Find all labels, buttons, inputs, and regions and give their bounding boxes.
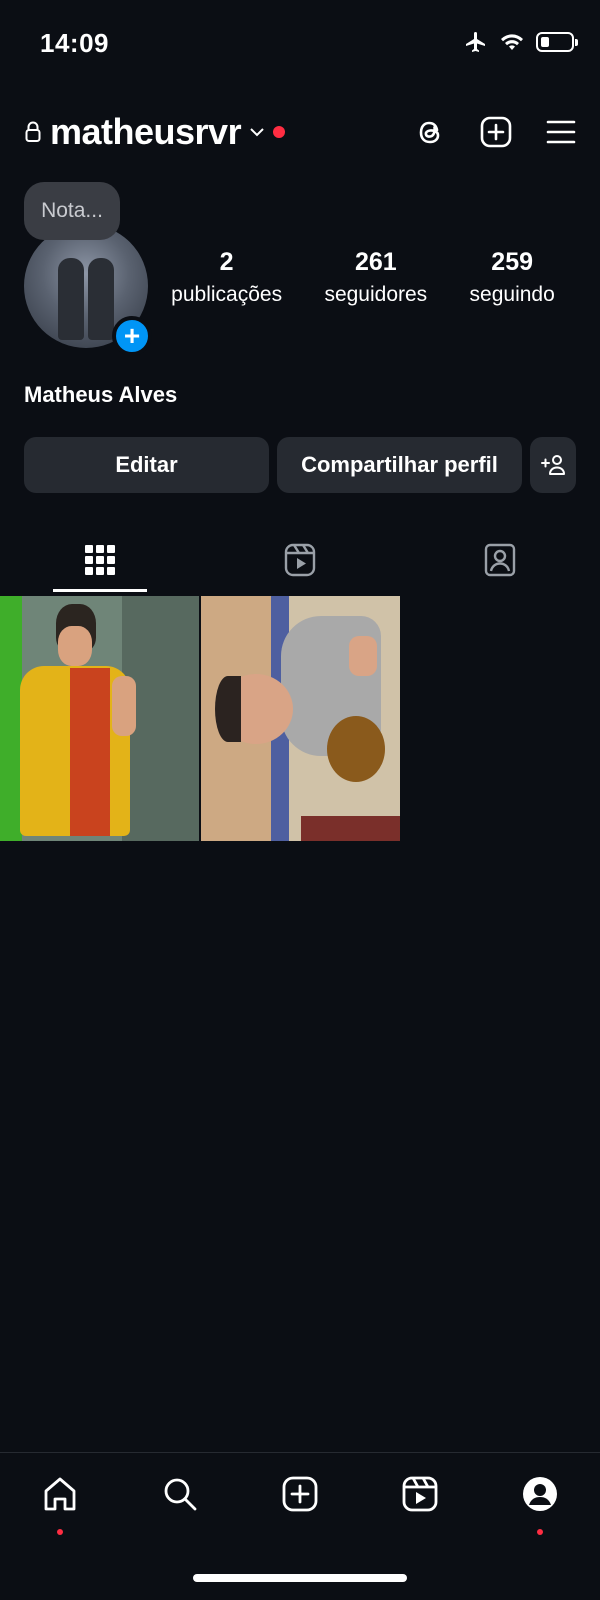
full-name: Matheus Alves bbox=[24, 382, 178, 407]
nav-search[interactable] bbox=[150, 1475, 210, 1532]
status-icons bbox=[464, 30, 578, 54]
discover-people-button[interactable] bbox=[530, 437, 576, 493]
stat-following-value: 259 bbox=[491, 248, 534, 276]
post-thumbnail[interactable] bbox=[201, 596, 400, 841]
notification-dot bbox=[273, 126, 286, 138]
tab-reels[interactable] bbox=[200, 528, 400, 592]
nav-reels[interactable] bbox=[390, 1475, 450, 1532]
stat-followers-value: 261 bbox=[354, 248, 397, 276]
reels-icon bbox=[284, 543, 316, 577]
threads-icon bbox=[419, 121, 440, 144]
profile-stats: 2 publicações 261 seguidores 259 seguind… bbox=[150, 248, 576, 307]
chevron-down-icon bbox=[250, 128, 264, 137]
stat-following[interactable]: 259 seguindo bbox=[470, 248, 555, 307]
airplane-icon bbox=[466, 32, 485, 52]
home-icon bbox=[44, 1477, 76, 1511]
stat-following-label: seguindo bbox=[469, 283, 555, 306]
note-bubble[interactable]: Nota... bbox=[24, 182, 120, 240]
stat-posts-label: publicações bbox=[171, 283, 283, 306]
account-switcher[interactable]: matheusrvr bbox=[24, 111, 414, 153]
profile-actions: Editar Compartilhar perfil bbox=[24, 437, 576, 493]
home-indicator[interactable] bbox=[193, 1574, 407, 1582]
stat-posts[interactable]: 2 publicações bbox=[171, 248, 282, 307]
add-story-icon[interactable]: + bbox=[112, 316, 152, 356]
content-tabs bbox=[0, 528, 600, 592]
create-icon bbox=[480, 116, 512, 148]
profile-notification-dot bbox=[537, 1529, 543, 1535]
create-button[interactable] bbox=[480, 116, 512, 148]
share-profile-button[interactable]: Compartilhar perfil bbox=[277, 437, 522, 493]
search-icon bbox=[164, 1478, 197, 1511]
nav-home[interactable] bbox=[30, 1475, 90, 1535]
menu-button[interactable] bbox=[546, 118, 576, 146]
posts-grid bbox=[0, 596, 400, 841]
home-notification-dot bbox=[57, 1529, 63, 1535]
threads-button[interactable] bbox=[414, 115, 446, 149]
reels-icon bbox=[402, 1476, 438, 1512]
stat-followers[interactable]: 261 seguidores bbox=[324, 248, 427, 307]
bottom-navigation bbox=[0, 1452, 600, 1535]
profile-icon bbox=[523, 1477, 557, 1511]
nav-create[interactable] bbox=[270, 1475, 330, 1532]
add-person-icon bbox=[541, 455, 565, 475]
stat-posts-value: 2 bbox=[219, 248, 234, 276]
post-thumbnail[interactable] bbox=[0, 596, 199, 841]
active-tab-indicator bbox=[53, 589, 147, 592]
create-icon bbox=[282, 1476, 318, 1512]
status-time: 14:09 bbox=[40, 28, 109, 58]
nav-profile[interactable] bbox=[510, 1475, 570, 1535]
edit-profile-button[interactable]: Editar bbox=[24, 437, 269, 493]
username: matheusrvr bbox=[50, 111, 242, 152]
stat-followers-label: seguidores bbox=[324, 283, 428, 306]
wifi-icon bbox=[501, 34, 523, 50]
tagged-icon bbox=[484, 543, 516, 577]
battery-icon bbox=[536, 32, 578, 52]
menu-icon bbox=[546, 120, 576, 144]
tab-posts-grid[interactable] bbox=[0, 528, 200, 592]
profile-header: matheusrvr bbox=[24, 104, 576, 160]
grid-icon bbox=[85, 545, 115, 575]
tab-tagged[interactable] bbox=[400, 528, 600, 592]
lock-icon bbox=[25, 121, 41, 142]
